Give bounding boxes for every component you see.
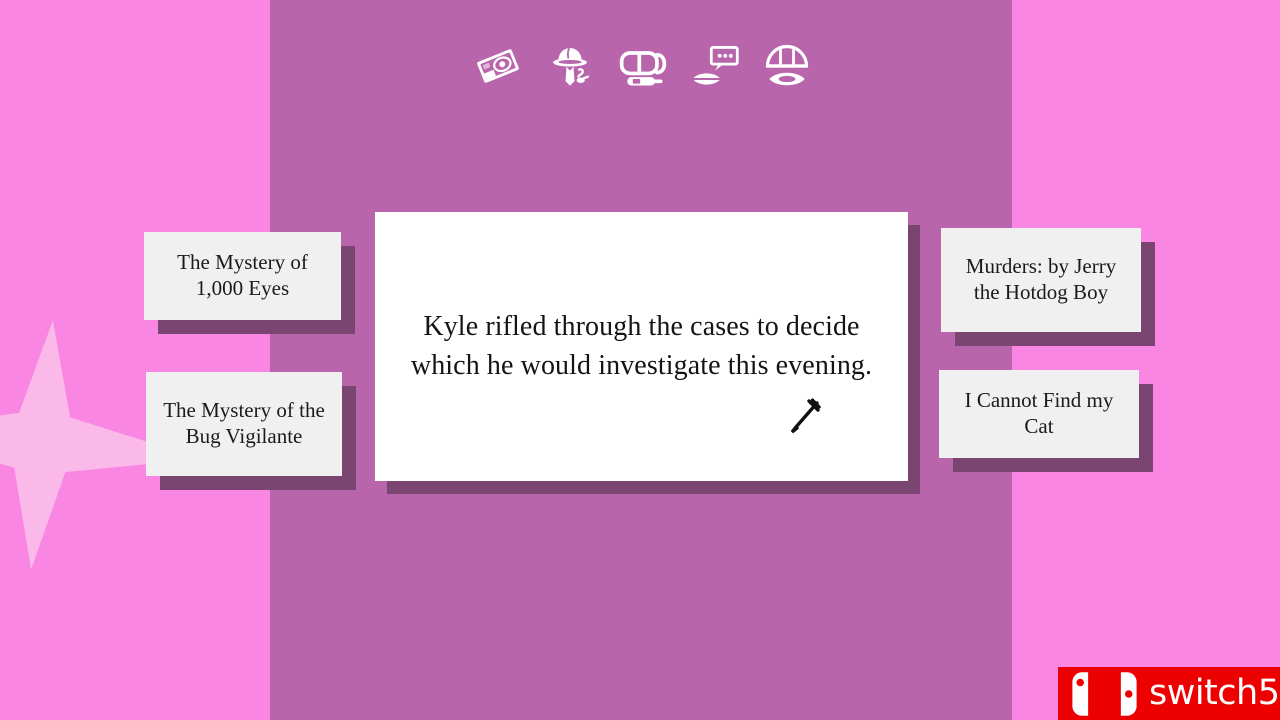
case-card-title: Murders: by Jerry the Hotdog Boy xyxy=(965,254,1117,304)
topbar-icon-row xyxy=(470,32,815,100)
switch-logo-icon xyxy=(1066,671,1143,717)
teeth-lips-icon[interactable] xyxy=(759,35,815,97)
sword-cursor xyxy=(782,396,824,438)
money-eye-icon[interactable] xyxy=(470,35,526,97)
detective-hat-icon[interactable] xyxy=(542,35,598,97)
case-card-title: The Mystery of the Bug Vigilante xyxy=(163,398,325,448)
narration-panel[interactable]: Kyle rifled through the cases to decide … xyxy=(375,212,908,481)
case-card-title: I Cannot Find my Cat xyxy=(964,388,1114,438)
watermark: switch520 xyxy=(1058,667,1280,720)
case-card-right-1[interactable]: Murders: by Jerry the Hotdog Boy xyxy=(941,228,1141,332)
case-card-right-2[interactable]: I Cannot Find my Cat xyxy=(939,370,1139,458)
talking-lips-icon[interactable] xyxy=(687,35,743,97)
snorkel-mask-icon[interactable] xyxy=(615,35,671,97)
case-card-left-2[interactable]: The Mystery of the Bug Vigilante xyxy=(146,372,342,476)
narration-text: Kyle rifled through the cases to decide … xyxy=(410,310,873,381)
case-card-title: The Mystery of 1,000 Eyes xyxy=(177,250,308,300)
watermark-label: switch520 xyxy=(1149,673,1280,713)
game-screen: The Mystery of 1,000 Eyes The Mystery of… xyxy=(0,0,1280,720)
case-card-left-1[interactable]: The Mystery of 1,000 Eyes xyxy=(144,232,341,320)
